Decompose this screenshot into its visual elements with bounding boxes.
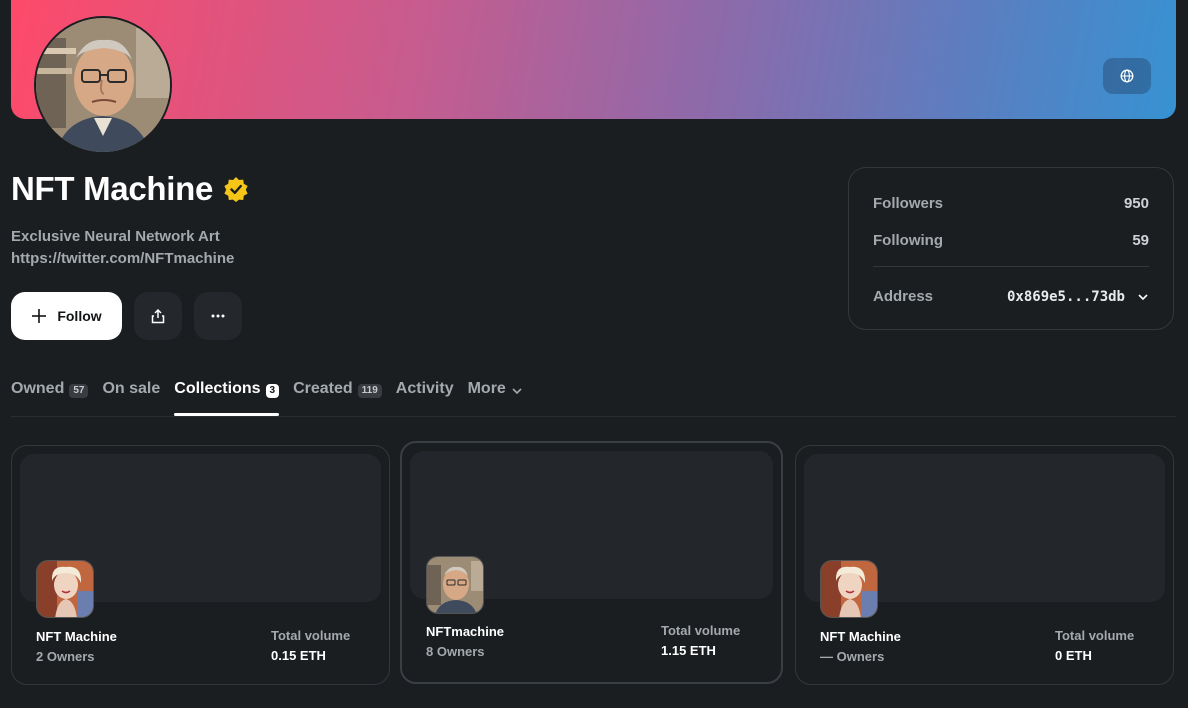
followers-row[interactable]: Followers 950: [873, 195, 1149, 212]
total-volume-label: Total volume: [661, 623, 741, 638]
collection-owners: 8 Owners: [426, 644, 485, 659]
profile-link[interactable]: https://twitter.com/NFTmachine: [11, 248, 234, 270]
tab-owned[interactable]: Owned 57: [11, 380, 89, 416]
profile-avatar: [34, 16, 172, 154]
following-label: Following: [873, 232, 943, 249]
collection-name: NFT Machine: [36, 629, 117, 644]
tab-created[interactable]: Created 119: [293, 380, 382, 416]
total-volume-value: 0 ETH: [1055, 648, 1092, 663]
address-dropdown[interactable]: 0x869e5...73db: [1007, 288, 1149, 305]
address-value: 0x869e5...73db: [1006, 288, 1125, 305]
collection-name: NFTmachine: [426, 624, 505, 639]
profile-header: NFT Machine: [11, 170, 249, 208]
collection-owners: — Owners: [820, 649, 885, 664]
verified-badge-icon: [224, 177, 248, 202]
tab-more[interactable]: More: [468, 380, 523, 416]
tab-label: On sale: [102, 380, 161, 397]
tabs-divider: [11, 416, 1176, 417]
profile-name: NFT Machine: [11, 170, 214, 207]
stats-divider: [873, 266, 1149, 267]
more-dots-icon: [211, 314, 225, 318]
followers-label: Followers: [873, 195, 944, 212]
globe-icon: [1120, 69, 1134, 83]
total-volume-label: Total volume: [1055, 628, 1135, 643]
collection-thumbnail: [820, 560, 878, 618]
collection-owners: 2 Owners: [36, 649, 95, 664]
profile-tabs: Owned 57 On sale Collections 3 Created 1…: [11, 380, 523, 416]
collection-card[interactable]: NFT Machine — Owners Total volume 0 ETH: [795, 445, 1174, 685]
profile-bio: Exclusive Neural Network Art https://twi…: [11, 226, 234, 270]
total-volume-value: 1.15 ETH: [661, 643, 716, 658]
following-row[interactable]: Following 59: [873, 232, 1149, 249]
more-options-button[interactable]: [194, 292, 242, 340]
chevron-down-icon: [1138, 293, 1148, 300]
collection-name: NFT Machine: [820, 629, 901, 644]
tab-label: Collections: [174, 380, 261, 397]
tab-activity[interactable]: Activity: [396, 380, 454, 416]
following-value: 59: [1132, 232, 1149, 249]
chevron-down-icon: [512, 388, 522, 395]
followers-value: 950: [1123, 195, 1149, 212]
follow-button[interactable]: Follow: [11, 292, 122, 340]
tab-count-badge: 3: [265, 384, 280, 398]
profile-stats-panel: Followers 950 Following 59 Address 0x869…: [848, 167, 1174, 330]
tab-label: Owned: [11, 380, 65, 397]
share-icon: [151, 308, 165, 324]
collection-thumbnail: [36, 560, 94, 618]
tab-count-badge: 119: [357, 384, 382, 398]
tab-label: Created: [293, 380, 353, 397]
collection-card[interactable]: NFTmachine 8 Owners Total volume 1.15 ET…: [400, 441, 783, 684]
tab-count-badge: 57: [69, 384, 89, 398]
follow-label: Follow: [57, 308, 102, 324]
profile-banner: [11, 0, 1176, 119]
website-button[interactable]: [1103, 58, 1151, 94]
profile-actions: Follow: [11, 292, 242, 340]
plus-icon: [32, 309, 47, 323]
total-volume-value: 0.15 ETH: [271, 648, 326, 663]
total-volume-label: Total volume: [271, 628, 351, 643]
address-row: Address 0x869e5...73db: [873, 288, 1149, 305]
tab-label: More: [467, 380, 506, 397]
tab-on-sale[interactable]: On sale: [102, 380, 160, 416]
tab-collections[interactable]: Collections 3: [174, 380, 280, 416]
profile-description: Exclusive Neural Network Art: [11, 228, 220, 245]
collection-thumbnail: [426, 556, 484, 614]
address-label: Address: [873, 288, 934, 305]
tab-label: Activity: [395, 380, 454, 397]
collection-card[interactable]: NFT Machine 2 Owners Total volume 0.15 E…: [11, 445, 390, 685]
share-button[interactable]: [134, 292, 182, 340]
